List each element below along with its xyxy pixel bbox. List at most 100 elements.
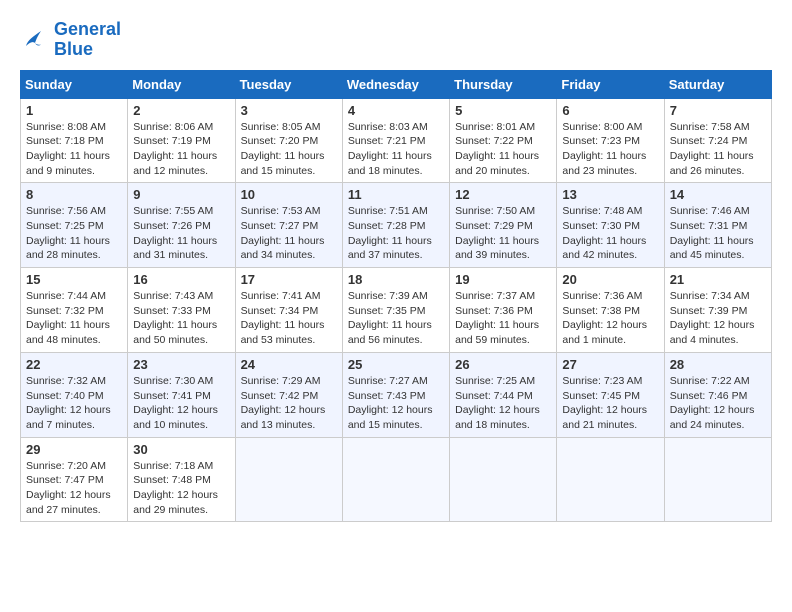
calendar-cell <box>342 437 449 522</box>
day-info: Sunrise: 7:51 AMSunset: 7:28 PMDaylight:… <box>348 204 444 263</box>
calendar-cell: 15 Sunrise: 7:44 AMSunset: 7:32 PMDayligh… <box>21 268 128 353</box>
calendar-cell: 28 Sunrise: 7:22 AMSunset: 7:46 PMDayligh… <box>664 352 771 437</box>
day-info: Sunrise: 7:20 AMSunset: 7:47 PMDaylight:… <box>26 459 122 518</box>
col-header-tuesday: Tuesday <box>235 70 342 98</box>
calendar-cell: 16 Sunrise: 7:43 AMSunset: 7:33 PMDayligh… <box>128 268 235 353</box>
day-number: 17 <box>241 272 337 287</box>
calendar-cell: 8 Sunrise: 7:56 AMSunset: 7:25 PMDaylight… <box>21 183 128 268</box>
col-header-friday: Friday <box>557 70 664 98</box>
calendar-cell: 13Sunrise: 7:48 AMSunset: 7:30 PMDayligh… <box>557 183 664 268</box>
day-info: Sunrise: 7:30 AMSunset: 7:41 PMDaylight:… <box>133 374 229 433</box>
calendar-cell: 9 Sunrise: 7:55 AMSunset: 7:26 PMDaylight… <box>128 183 235 268</box>
calendar-week-4: 29 Sunrise: 7:20 AMSunset: 7:47 PMDayligh… <box>21 437 772 522</box>
day-number: 8 <box>26 187 122 202</box>
calendar-cell: 23 Sunrise: 7:30 AMSunset: 7:41 PMDayligh… <box>128 352 235 437</box>
day-info: Sunrise: 7:39 AMSunset: 7:35 PMDaylight:… <box>348 289 444 348</box>
day-info: Sunrise: 7:32 AMSunset: 7:40 PMDaylight:… <box>26 374 122 433</box>
day-info: Sunrise: 7:56 AMSunset: 7:25 PMDaylight:… <box>26 204 122 263</box>
day-info: Sunrise: 7:46 AMSunset: 7:31 PMDaylight:… <box>670 204 766 263</box>
day-info: Sunrise: 8:03 AMSunset: 7:21 PMDaylight:… <box>348 120 444 179</box>
day-number: 22 <box>26 357 122 372</box>
calendar-cell <box>664 437 771 522</box>
day-number: 28 <box>670 357 766 372</box>
calendar-cell: 5 Sunrise: 8:01 AMSunset: 7:22 PMDaylight… <box>450 98 557 183</box>
day-number: 14 <box>670 187 766 202</box>
day-number: 26 <box>455 357 551 372</box>
calendar-cell: 17 Sunrise: 7:41 AMSunset: 7:34 PMDayligh… <box>235 268 342 353</box>
day-info: Sunrise: 7:29 AMSunset: 7:42 PMDaylight:… <box>241 374 337 433</box>
day-number: 13 <box>562 187 658 202</box>
day-info: Sunrise: 7:50 AMSunset: 7:29 PMDaylight:… <box>455 204 551 263</box>
day-info: Sunrise: 8:08 AMSunset: 7:18 PMDaylight:… <box>26 120 122 179</box>
day-number: 9 <box>133 187 229 202</box>
day-number: 16 <box>133 272 229 287</box>
day-number: 27 <box>562 357 658 372</box>
calendar-cell: 11 Sunrise: 7:51 AMSunset: 7:28 PMDayligh… <box>342 183 449 268</box>
day-info: Sunrise: 7:25 AMSunset: 7:44 PMDaylight:… <box>455 374 551 433</box>
day-number: 25 <box>348 357 444 372</box>
day-info: Sunrise: 7:44 AMSunset: 7:32 PMDaylight:… <box>26 289 122 348</box>
col-header-sunday: Sunday <box>21 70 128 98</box>
day-number: 21 <box>670 272 766 287</box>
day-number: 23 <box>133 357 229 372</box>
day-number: 30 <box>133 442 229 457</box>
day-number: 15 <box>26 272 122 287</box>
day-number: 4 <box>348 103 444 118</box>
logo-text: General Blue <box>54 20 121 60</box>
day-number: 6 <box>562 103 658 118</box>
day-number: 24 <box>241 357 337 372</box>
page-header: General Blue <box>20 20 772 60</box>
calendar-cell: 12 Sunrise: 7:50 AMSunset: 7:29 PMDayligh… <box>450 183 557 268</box>
day-info: Sunrise: 7:58 AMSunset: 7:24 PMDaylight:… <box>670 120 766 179</box>
day-info: Sunrise: 7:41 AMSunset: 7:34 PMDaylight:… <box>241 289 337 348</box>
calendar-cell: 4 Sunrise: 8:03 AMSunset: 7:21 PMDaylight… <box>342 98 449 183</box>
day-number: 1 <box>26 103 122 118</box>
calendar-cell: 26 Sunrise: 7:25 AMSunset: 7:44 PMDayligh… <box>450 352 557 437</box>
calendar-cell <box>557 437 664 522</box>
calendar-cell: 19Sunrise: 7:37 AMSunset: 7:36 PMDayligh… <box>450 268 557 353</box>
calendar-cell: 7 Sunrise: 7:58 AMSunset: 7:24 PMDaylight… <box>664 98 771 183</box>
calendar-cell: 18 Sunrise: 7:39 AMSunset: 7:35 PMDayligh… <box>342 268 449 353</box>
day-info: Sunrise: 7:34 AMSunset: 7:39 PMDaylight:… <box>670 289 766 348</box>
day-info: Sunrise: 7:36 AMSunset: 7:38 PMDaylight:… <box>562 289 658 348</box>
calendar-table: SundayMondayTuesdayWednesdayThursdayFrid… <box>20 70 772 523</box>
col-header-monday: Monday <box>128 70 235 98</box>
day-number: 11 <box>348 187 444 202</box>
calendar-cell: 1 Sunrise: 8:08 AMSunset: 7:18 PMDaylight… <box>21 98 128 183</box>
calendar-cell: 3 Sunrise: 8:05 AMSunset: 7:20 PMDaylight… <box>235 98 342 183</box>
day-number: 12 <box>455 187 551 202</box>
calendar-cell: 14 Sunrise: 7:46 AMSunset: 7:31 PMDayligh… <box>664 183 771 268</box>
day-info: Sunrise: 8:05 AMSunset: 7:20 PMDaylight:… <box>241 120 337 179</box>
day-number: 5 <box>455 103 551 118</box>
calendar-cell: 21 Sunrise: 7:34 AMSunset: 7:39 PMDayligh… <box>664 268 771 353</box>
day-info: Sunrise: 7:53 AMSunset: 7:27 PMDaylight:… <box>241 204 337 263</box>
day-info: Sunrise: 7:23 AMSunset: 7:45 PMDaylight:… <box>562 374 658 433</box>
calendar-cell: 30 Sunrise: 7:18 AMSunset: 7:48 PMDayligh… <box>128 437 235 522</box>
day-number: 18 <box>348 272 444 287</box>
day-number: 3 <box>241 103 337 118</box>
day-number: 2 <box>133 103 229 118</box>
calendar-cell: 2 Sunrise: 8:06 AMSunset: 7:19 PMDaylight… <box>128 98 235 183</box>
calendar-week-3: 22 Sunrise: 7:32 AMSunset: 7:40 PMDayligh… <box>21 352 772 437</box>
calendar-cell: 27 Sunrise: 7:23 AMSunset: 7:45 PMDayligh… <box>557 352 664 437</box>
day-info: Sunrise: 7:18 AMSunset: 7:48 PMDaylight:… <box>133 459 229 518</box>
day-info: Sunrise: 7:27 AMSunset: 7:43 PMDaylight:… <box>348 374 444 433</box>
day-info: Sunrise: 8:01 AMSunset: 7:22 PMDaylight:… <box>455 120 551 179</box>
day-info: Sunrise: 7:43 AMSunset: 7:33 PMDaylight:… <box>133 289 229 348</box>
day-info: Sunrise: 7:37 AMSunset: 7:36 PMDaylight:… <box>455 289 551 348</box>
col-header-wednesday: Wednesday <box>342 70 449 98</box>
day-number: 29 <box>26 442 122 457</box>
col-header-thursday: Thursday <box>450 70 557 98</box>
day-number: 7 <box>670 103 766 118</box>
day-info: Sunrise: 7:22 AMSunset: 7:46 PMDaylight:… <box>670 374 766 433</box>
calendar-cell <box>450 437 557 522</box>
col-header-saturday: Saturday <box>664 70 771 98</box>
logo-icon <box>20 25 50 55</box>
day-info: Sunrise: 8:06 AMSunset: 7:19 PMDaylight:… <box>133 120 229 179</box>
calendar-cell: 25 Sunrise: 7:27 AMSunset: 7:43 PMDayligh… <box>342 352 449 437</box>
calendar-cell: 29 Sunrise: 7:20 AMSunset: 7:47 PMDayligh… <box>21 437 128 522</box>
day-info: Sunrise: 7:55 AMSunset: 7:26 PMDaylight:… <box>133 204 229 263</box>
calendar-cell: 22 Sunrise: 7:32 AMSunset: 7:40 PMDayligh… <box>21 352 128 437</box>
day-info: Sunrise: 8:00 AMSunset: 7:23 PMDaylight:… <box>562 120 658 179</box>
calendar-cell: 6 Sunrise: 8:00 AMSunset: 7:23 PMDaylight… <box>557 98 664 183</box>
